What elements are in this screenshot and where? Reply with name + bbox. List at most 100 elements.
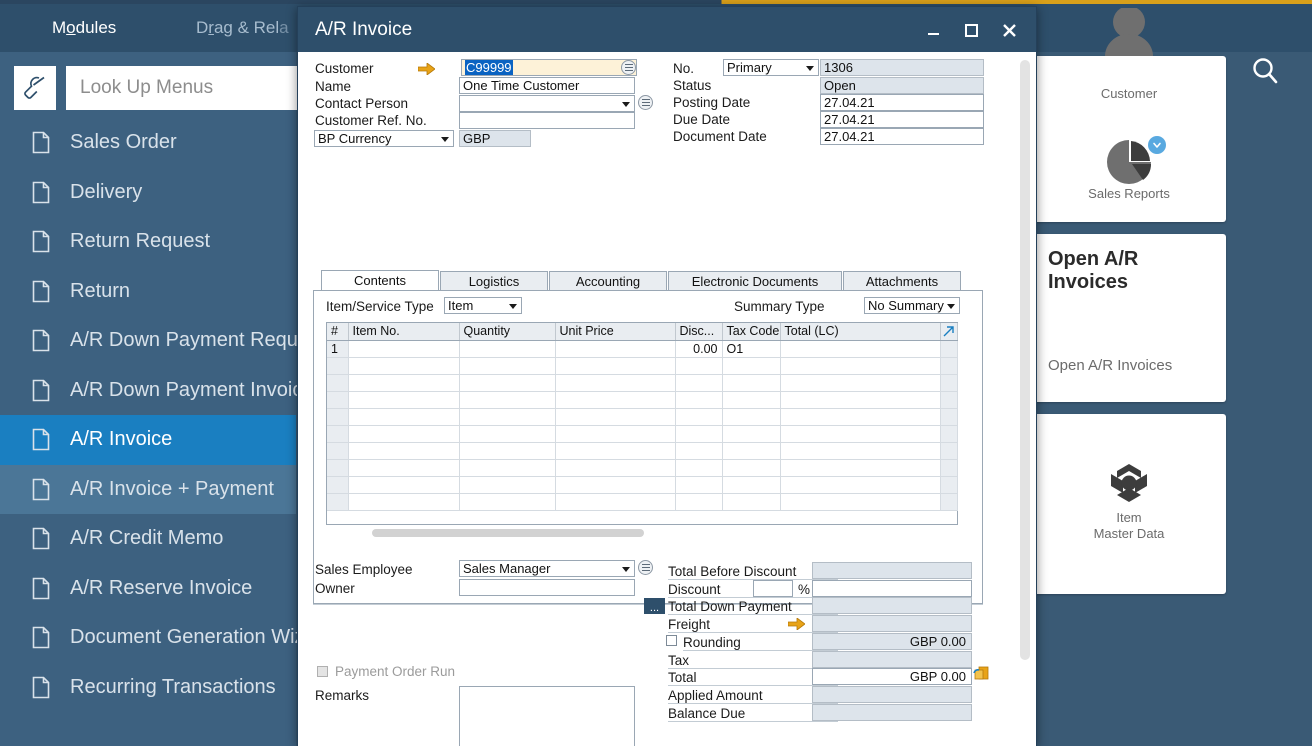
grid-cell-quantity[interactable]: [459, 425, 556, 443]
bp-currency-dropdown[interactable]: BP Currency: [314, 130, 454, 147]
grid-col-3[interactable]: Unit Price: [555, 323, 676, 341]
customer-tile-group[interactable]: Customer Sales Reports: [1032, 8, 1226, 222]
grid-cell-discount[interactable]: [675, 391, 723, 409]
table-row[interactable]: [327, 374, 958, 392]
grid-cell-quantity[interactable]: [459, 408, 556, 426]
grid-cell-tax_code[interactable]: [722, 391, 781, 409]
grid-cell-quantity[interactable]: [459, 340, 556, 358]
sidebar-item-a-r-reserve-invoice[interactable]: A/R Reserve Invoice: [0, 564, 296, 614]
customer-link-arrow-icon[interactable]: [417, 62, 436, 76]
grid-cell-discount[interactable]: [675, 374, 723, 392]
grid-cell-quantity[interactable]: [459, 459, 556, 477]
tab-logistics[interactable]: Logistics: [440, 271, 548, 290]
no-series-dropdown[interactable]: Primary: [723, 59, 819, 76]
line-items-grid[interactable]: # Item No. Quantity Unit Price Disc... Tax Co…: [326, 322, 958, 525]
grid-cell-total_lc[interactable]: [780, 459, 941, 477]
sidebar-item-document-generation-wizard[interactable]: Document Generation Wizard: [0, 613, 333, 663]
grid-cell-unit_price[interactable]: [555, 340, 676, 358]
customer-lookup-icon[interactable]: [621, 60, 636, 75]
table-row[interactable]: [327, 442, 958, 460]
sidebar-item-a-r-credit-memo[interactable]: A/R Credit Memo: [0, 514, 296, 564]
grid-cell-quantity[interactable]: [459, 357, 556, 375]
customer-ref-no-field[interactable]: [459, 112, 635, 129]
grid-cell-item_no[interactable]: [348, 425, 460, 443]
grid-cell-item_no[interactable]: [348, 391, 460, 409]
grid-horizontal-scrollbar[interactable]: [372, 529, 644, 537]
sidebar-item-delivery[interactable]: Delivery: [0, 168, 296, 218]
grid-cell-num[interactable]: [327, 357, 349, 375]
sales-employee-dropdown[interactable]: Sales Manager: [459, 560, 635, 577]
table-row[interactable]: [327, 357, 958, 375]
grid-cell-discount[interactable]: [675, 408, 723, 426]
grid-cell-total_lc[interactable]: [780, 493, 941, 511]
maximize-button[interactable]: [952, 16, 990, 44]
grid-cell-tax_code[interactable]: [722, 442, 781, 460]
grid-cell-total_lc[interactable]: [780, 391, 941, 409]
sidebar-item-a-r-down-payment-request[interactable]: A/R Down Payment Request: [0, 316, 325, 366]
table-row[interactable]: [327, 493, 958, 511]
owner-field[interactable]: [459, 579, 635, 596]
search-input[interactable]: [66, 66, 316, 110]
grid-cell-unit_price[interactable]: [555, 476, 676, 494]
grid-cell-total_lc[interactable]: [780, 408, 941, 426]
grid-cell-num[interactable]: 1: [327, 340, 349, 358]
grid-cell-tax_code[interactable]: [722, 408, 781, 426]
name-field[interactable]: One Time Customer: [459, 77, 635, 94]
discount-percent-field[interactable]: [753, 579, 793, 597]
grid-cell-item_no[interactable]: [348, 459, 460, 477]
grid-cell-unit_price[interactable]: [555, 357, 676, 375]
sidebar-item-a-r-invoice-payment[interactable]: A/R Invoice + Payment: [0, 464, 296, 514]
grid-cell-unit_price[interactable]: [555, 425, 676, 443]
grid-cell-unit_price[interactable]: [555, 493, 676, 511]
item-master-data-tile[interactable]: Item Master Data: [1032, 414, 1226, 594]
grid-col-6[interactable]: Total (LC): [780, 323, 941, 341]
grid-col-1[interactable]: Item No.: [348, 323, 460, 341]
grid-cell-quantity[interactable]: [459, 493, 556, 511]
grid-cell-item_no[interactable]: [348, 493, 460, 511]
grid-cell-unit_price[interactable]: [555, 408, 676, 426]
wrench-icon[interactable]: [14, 66, 56, 110]
grid-col-5[interactable]: Tax Code: [722, 323, 781, 341]
menu-item-drag-relate[interactable]: Drag & Rela: [196, 18, 289, 38]
sidebar-item-return[interactable]: Return: [0, 267, 296, 317]
grid-cell-discount[interactable]: [675, 476, 723, 494]
freight-link-arrow-icon[interactable]: [787, 617, 806, 631]
discount-value[interactable]: [812, 579, 972, 597]
item-service-type-dropdown[interactable]: Item: [444, 297, 522, 314]
grid-cell-num[interactable]: [327, 459, 349, 477]
table-row[interactable]: [327, 476, 958, 494]
open-ar-invoices-tile[interactable]: Open A/R Invoices Open A/R Invoices: [1032, 234, 1226, 402]
sidebar-item-sales-order[interactable]: Sales Order: [0, 118, 296, 168]
sidebar-item-return-request[interactable]: Return Request: [0, 217, 296, 267]
grid-cell-tax_code[interactable]: [722, 374, 781, 392]
document-date-field[interactable]: 27.04.21: [820, 128, 984, 145]
grid-cell-tax_code[interactable]: [722, 476, 781, 494]
grid-cell-item_no[interactable]: [348, 408, 460, 426]
grid-cell-item_no[interactable]: [348, 374, 460, 392]
grid-cell-discount[interactable]: [675, 493, 723, 511]
sales-employee-list-icon[interactable]: [638, 560, 653, 575]
tab-attachments[interactable]: Attachments: [843, 271, 961, 290]
menu-item-modules[interactable]: Modules: [52, 18, 116, 38]
grid-cell-tax_code[interactable]: [722, 425, 781, 443]
grid-cell-item_no[interactable]: [348, 340, 460, 358]
tab-contents[interactable]: Contents: [321, 270, 439, 290]
grid-cell-total_lc[interactable]: [780, 476, 941, 494]
tab-accounting[interactable]: Accounting: [549, 271, 667, 290]
grid-cell-total_lc[interactable]: [780, 340, 941, 358]
table-row[interactable]: [327, 459, 958, 477]
sidebar-item-a-r-down-payment-invoice[interactable]: A/R Down Payment Invoice: [0, 366, 313, 416]
grid-cell-unit_price[interactable]: [555, 374, 676, 392]
table-row[interactable]: [327, 391, 958, 409]
grid-col-2[interactable]: Quantity: [459, 323, 556, 341]
due-date-field[interactable]: 27.04.21: [820, 111, 984, 128]
grid-cell-quantity[interactable]: [459, 476, 556, 494]
grid-cell-discount[interactable]: [675, 442, 723, 460]
table-row[interactable]: [327, 425, 958, 443]
sidebar-item-a-r-invoice[interactable]: A/R Invoice: [0, 415, 296, 465]
window-scrollbar[interactable]: [1020, 60, 1030, 660]
grid-cell-tax_code[interactable]: [722, 357, 781, 375]
grid-cell-total_lc[interactable]: [780, 442, 941, 460]
grid-col-0[interactable]: #: [327, 323, 349, 341]
grid-cell-quantity[interactable]: [459, 374, 556, 392]
